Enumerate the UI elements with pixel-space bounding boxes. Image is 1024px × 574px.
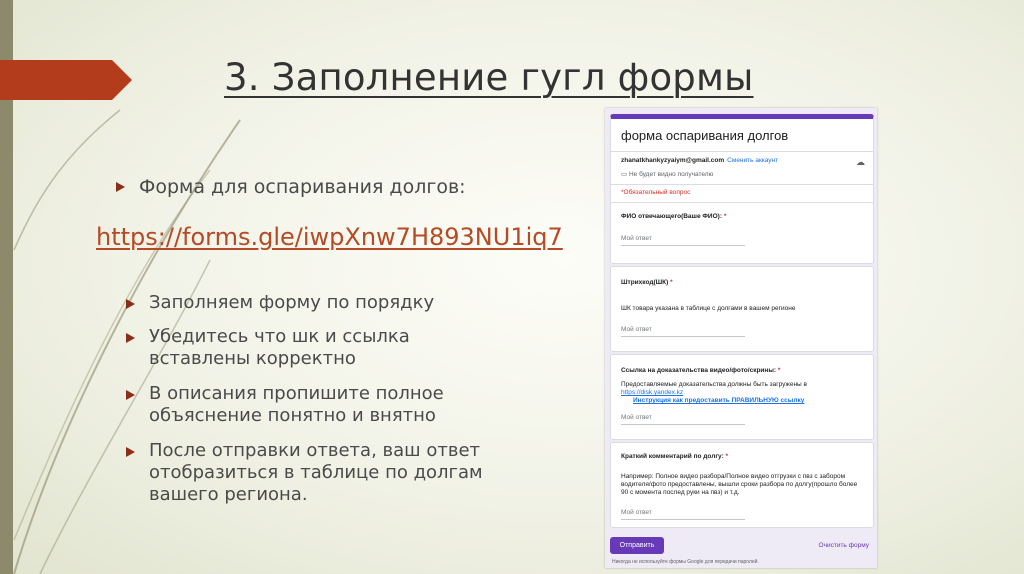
required-star: * xyxy=(670,279,673,286)
slide-title: 3. Заполнение гугл формы xyxy=(224,56,754,99)
required-star: * xyxy=(777,367,781,374)
description-text: Предоставляемые доказательства должны бы… xyxy=(621,381,807,388)
question-label: Штрихкод(ШК) * xyxy=(621,279,673,286)
question-card-barcode: Штрихкод(ШК) * ШК товара указана в табли… xyxy=(610,266,874,352)
account-email: zhanatkhankyzyaiym@gmail.com xyxy=(621,157,725,164)
divider xyxy=(611,151,873,152)
answer-input[interactable]: Мой ответ xyxy=(621,414,745,425)
sub-bullet-text: В описания пропишите полное объяснение п… xyxy=(149,383,444,426)
required-star: * xyxy=(723,213,727,220)
sub-bullet-1: Заполняем форму по порядку xyxy=(126,292,469,314)
password-warning: Никогда не используйте формы Google для … xyxy=(612,559,759,565)
divider xyxy=(611,184,873,185)
form-header-card: форма оспаривания долгов zhanatkhankyzya… xyxy=(610,114,874,206)
bullet-arrow-icon xyxy=(126,333,135,343)
form-title: форма оспаривания долгов xyxy=(621,128,789,143)
submit-button[interactable]: Отправить xyxy=(610,537,664,554)
not-shared-text: Не будет видно получателю xyxy=(628,171,714,178)
sub-bullet-4: После отправки ответа, ваш ответ отобраз… xyxy=(126,440,499,506)
title-arrow-tab xyxy=(0,60,132,100)
form-link[interactable]: https://forms.gle/iwpXnw7H893NU1iq7 xyxy=(96,223,563,251)
question-label-text: ФИО отвечающего(Ваше ФИО): xyxy=(621,213,722,220)
not-shared-line: ▭ Не будет видно получателю xyxy=(621,170,713,178)
cloud-icon: ☁ xyxy=(856,157,865,167)
question-description: Например: Полное видео разбора/Полное ви… xyxy=(621,473,858,496)
question-description: Предоставляемые доказательства должны бы… xyxy=(621,381,861,405)
google-form-screenshot: форма оспаривания долгов zhanatkhankyzya… xyxy=(605,108,877,568)
bullet-arrow-icon xyxy=(126,299,135,309)
sub-bullet-2: Убедитесь что шк и ссылка вставлены корр… xyxy=(126,326,439,370)
sub-bullet-text: Убедитесь что шк и ссылка вставлены корр… xyxy=(149,326,410,369)
required-star: * xyxy=(725,453,729,460)
slide: 3. Заполнение гугл формы Форма для оспар… xyxy=(0,0,1024,574)
answer-input[interactable]: Мой ответ xyxy=(621,235,745,246)
question-card-evidence-link: Ссылка на доказательства видео/фото/скри… xyxy=(610,354,874,440)
clear-form-button[interactable]: Очистить форму xyxy=(819,542,869,549)
yandex-disk-link[interactable]: https://disk.yandex.kz xyxy=(621,389,683,396)
bullet-arrow-icon xyxy=(126,447,135,457)
bullet-form-intro: Форма для оспаривания долгов: xyxy=(116,176,466,198)
answer-input[interactable]: Мой ответ xyxy=(621,509,745,520)
not-shared-icon: ▭ xyxy=(621,171,629,178)
question-label-text: Штрихкод(ШК) xyxy=(621,279,669,286)
sub-bullet-3: В описания пропишите полное объяснение п… xyxy=(126,383,459,427)
instruction-link[interactable]: Инструкция как предоставить ПРАВИЛЬНУЮ с… xyxy=(633,397,804,404)
sub-bullet-text: После отправки ответа, ваш ответ отобраз… xyxy=(149,440,483,505)
required-note: *Обязательный вопрос xyxy=(621,189,691,196)
account-line: zhanatkhankyzyaiym@gmail.com Сменить акка… xyxy=(621,157,778,164)
question-description: ШК товара указана в таблице с долгами в … xyxy=(621,305,796,312)
question-label: Краткий комментарий по долгу: * xyxy=(621,453,728,460)
bullet-arrow-icon xyxy=(126,390,135,400)
bullet-text: Форма для оспаривания долгов: xyxy=(139,176,466,198)
switch-account-link[interactable]: Сменить аккаунт xyxy=(727,157,778,164)
answer-input[interactable]: Мой ответ xyxy=(621,326,745,337)
question-card-comment: Краткий комментарий по долгу: * Например… xyxy=(610,442,874,528)
sub-bullet-text: Заполняем форму по порядку xyxy=(149,292,435,313)
question-label-text: Ссылка на доказательства видео/фото/скри… xyxy=(621,367,777,374)
question-card-name: ФИО отвечающего(Ваше ФИО): * Мой ответ xyxy=(610,202,874,264)
question-label: Ссылка на доказательства видео/фото/скри… xyxy=(621,367,780,374)
question-label: ФИО отвечающего(Ваше ФИО): * xyxy=(621,213,726,220)
question-label-text: Краткий комментарий по долгу: xyxy=(621,453,724,460)
bullet-arrow-icon xyxy=(116,182,125,192)
